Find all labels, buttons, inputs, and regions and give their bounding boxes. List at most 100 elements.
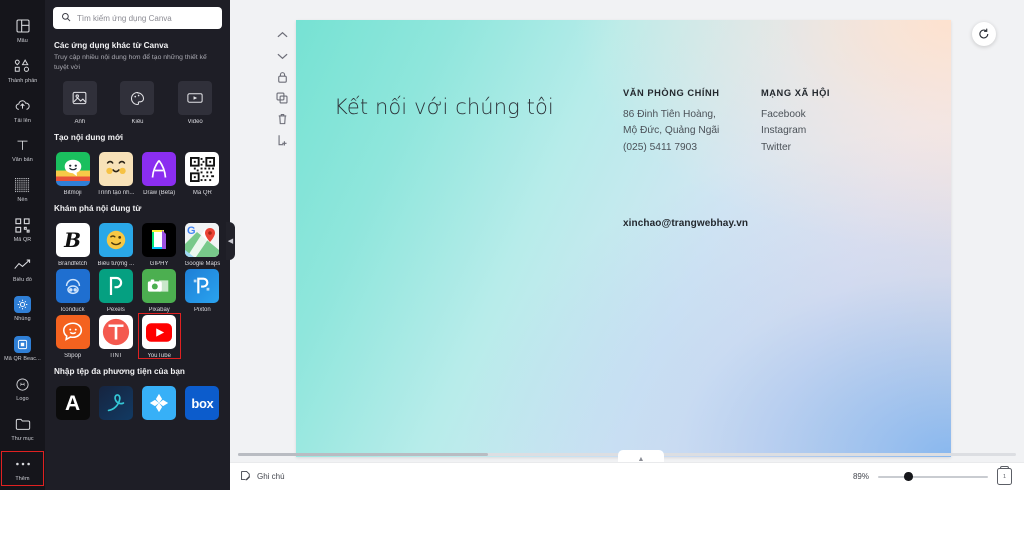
column-social: MẠNG XÃ HỘI Facebook Instagram Twitter [761, 88, 830, 156]
dropbox-icon [142, 386, 177, 421]
sidebar-item-label: Nền [17, 197, 28, 204]
sidebar-item-bieu-do[interactable]: Biểu đồ [0, 251, 45, 288]
app-tile-draw-beta[interactable]: Draw (Beta) [138, 150, 181, 196]
section-title-import-media: Nhập tệp đa phương tiện của bạn [54, 367, 185, 377]
sidebar-item-logo[interactable]: Logo [0, 370, 45, 407]
avatar-maker-icon [98, 152, 133, 187]
app-label: Ảnh [74, 119, 86, 126]
sidebar-item-them[interactable]: Thêm [0, 450, 45, 487]
sidebar-item-thanh-phan[interactable]: Thành phần [0, 52, 45, 89]
sidebar-item-van-ban[interactable]: Văn bản [0, 131, 45, 168]
box-icon: box [185, 386, 220, 421]
template-icon [14, 17, 32, 35]
sidebar-item-mau[interactable]: Mẫu [0, 12, 45, 49]
import-media-grid: A box [45, 379, 230, 424]
pixabay-icon [142, 269, 177, 304]
app-tile-anh[interactable]: Ảnh [51, 79, 109, 125]
app-tile-google-maps[interactable]: G Google Maps [181, 221, 224, 267]
app-tile-ma-qr[interactable]: Mã QR [181, 150, 224, 196]
zoom-value: 89% [852, 472, 869, 481]
add-page-icon[interactable] [275, 133, 289, 147]
bottom-white-strip [0, 490, 1024, 546]
bottom-status-bar: Ghi chú 89% 1 [230, 462, 1024, 490]
section-subtitle-other-apps: Truy cập nhiều nội dung hơn để tạo những… [54, 54, 207, 72]
sidebar-item-nen[interactable]: Nền [0, 171, 45, 208]
move-down-icon[interactable] [275, 49, 289, 63]
trash-icon[interactable] [275, 112, 289, 126]
app-tile-kieu[interactable]: Kiểu [109, 79, 167, 125]
sidebar-item-ma-qr[interactable]: Mã QR [0, 211, 45, 248]
app-tile-pixabay[interactable]: Pixabay [138, 267, 181, 313]
search-input[interactable]: Tìm kiếm ứng dụng Canva [53, 7, 222, 29]
app-tile-youtube[interactable]: YouTube [137, 313, 181, 360]
sidebar-item-label: Logo [16, 396, 29, 403]
app-tile-bitmoji[interactable]: Bitmoji [51, 150, 94, 196]
page-side-toolbar [272, 28, 292, 147]
create-new-grid: Bitmoji Trình tạo nh... Draw (Beta) Mã Q… [45, 145, 230, 196]
sidebar-item-ma-qr-beacon[interactable]: Mã QR Beac... [0, 331, 45, 368]
app-tile-dropbox[interactable] [138, 384, 181, 424]
app-tile-avatar-maker[interactable]: Trình tạo nh... [94, 150, 137, 196]
lock-icon[interactable] [275, 70, 289, 84]
column-lines: 86 Đinh Tiên Hoàng, Mộ Đức, Quảng Ngãi (… [623, 109, 720, 153]
app-label: TINT [109, 353, 123, 360]
sidebar-item-nhung[interactable]: Nhúng [0, 291, 45, 328]
other-apps-grid: Ảnh Kiểu Video [45, 73, 230, 125]
draw-icon [142, 152, 177, 187]
qr-beacon-icon [14, 336, 31, 354]
column-heading: VĂN PHÒNG CHÍNH [623, 88, 720, 98]
elements-icon [14, 57, 32, 75]
column-heading: MẠNG XÃ HỘI [761, 88, 831, 98]
app-tile-stipop[interactable]: Stipop [51, 313, 94, 359]
search-container: Tìm kiếm ứng dụng Canva [45, 0, 230, 33]
app-tile-box[interactable]: box [181, 384, 224, 424]
page-email: xinchao@trangwebhay.vn [623, 218, 749, 229]
app-label: Stipop [64, 353, 82, 360]
tint-icon [98, 315, 133, 350]
zoom-slider-track [878, 475, 988, 478]
app-tile-video[interactable]: Video [166, 79, 224, 125]
more-dots-icon [14, 455, 32, 473]
app-label: Kiểu [131, 119, 144, 126]
section-title-create-new: Tạo nội dung mới [54, 133, 124, 143]
app-tile-pixton[interactable]: Pixton [181, 267, 224, 313]
app-tile-brandfetch[interactable]: B Brandfetch [51, 221, 94, 267]
animate-rotate-icon[interactable] [972, 22, 996, 46]
sidebar-item-label: Biểu đồ [13, 276, 32, 283]
sidebar-item-label: Mã QR [13, 237, 32, 244]
design-page[interactable]: Kết nối với chúng tôi VĂN PHÒNG CHÍNH 86… [296, 20, 951, 457]
app-tile-giphy[interactable]: GIPHY [138, 221, 181, 267]
editor-canvas-area: Kết nối với chúng tôi VĂN PHÒNG CHÍNH 86… [230, 0, 1024, 490]
qr-code-icon [14, 216, 32, 234]
palette-icon [120, 81, 155, 116]
sidebar-item-thu-muc[interactable]: Thư mục [0, 410, 45, 447]
duplicate-icon[interactable] [275, 91, 289, 105]
zoom-slider[interactable] [878, 472, 988, 482]
column-office: VĂN PHÒNG CHÍNH 86 Đinh Tiên Hoàng, Mộ Đ… [623, 88, 720, 156]
app-tile-emoji[interactable]: Biểu tượng ... [94, 221, 137, 267]
bitmoji-icon [55, 152, 90, 187]
app-label: Video [187, 119, 203, 126]
svg-text:G: G [187, 225, 196, 237]
qr-app-icon [185, 152, 220, 187]
panel-collapse-handle[interactable]: ◀ [226, 222, 235, 260]
move-up-icon[interactable] [275, 28, 289, 42]
pages-grid-button[interactable]: 1 [997, 466, 1012, 485]
section-title-other-apps: Các ứng dụng khác từ Canva [54, 41, 169, 50]
swirl-icon [98, 386, 133, 421]
app-tile-tint[interactable]: TINT [94, 313, 137, 359]
sidebar-item-label: Mã QR Beac... [4, 356, 41, 363]
app-label: Trình tạo nh... [97, 190, 135, 197]
app-tile-pexels[interactable]: Pexels [94, 267, 137, 313]
giphy-icon [142, 223, 177, 258]
zoom-slider-knob[interactable] [904, 472, 913, 481]
text-t-icon [14, 136, 32, 154]
sidebar-item-label: Nhúng [14, 316, 31, 323]
sidebar-item-tai-len[interactable]: Tải lên [0, 92, 45, 129]
app-label: YouTube [147, 353, 171, 360]
google-maps-icon: G [185, 223, 220, 258]
app-tile-swirl[interactable] [94, 384, 137, 424]
app-tile-iconduck[interactable]: Iconduck [51, 267, 94, 313]
app-tile-adobe[interactable]: A [51, 384, 94, 424]
notes-button[interactable]: Ghi chú [240, 468, 285, 486]
